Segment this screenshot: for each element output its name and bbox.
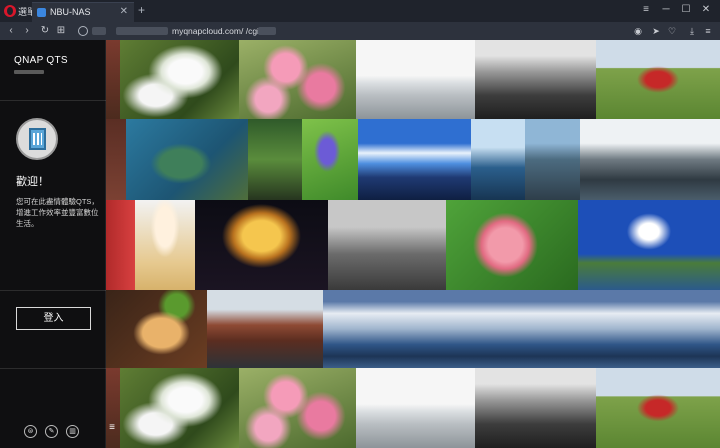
photo-tile-pink-blossoms	[239, 40, 356, 119]
close-window-icon[interactable]: ✕	[696, 2, 716, 18]
photo-tile-brick-warehouses	[207, 290, 323, 368]
photo-tile-pink-blossoms	[239, 368, 356, 448]
tab-title: NBU-NAS	[50, 7, 91, 17]
url-redacted-part	[92, 27, 106, 35]
nas-avatar	[16, 118, 58, 160]
tab-close-icon[interactable]: ✕	[120, 6, 128, 17]
opera-logo-icon[interactable]	[4, 5, 16, 17]
intro-text: 您可在此盡情體驗QTS，增進工作效率並豐富數位生活。	[16, 197, 99, 228]
login-panel: QNAP QTS 歡迎！ 您可在此盡情體驗QTS，增進工作效率並豐富數位生活。 …	[0, 40, 106, 448]
photo-tile-forest-stream	[248, 119, 302, 200]
maximize-icon[interactable]: ☐	[676, 2, 696, 18]
photo-tile-red-orchid-edge	[106, 368, 120, 448]
photo-tile-ice-cream	[135, 200, 195, 290]
photo-tile-pink-rose	[446, 200, 578, 290]
site-info-icon[interactable]	[78, 26, 88, 36]
menu-handle-icon[interactable]: ≡	[107, 422, 117, 434]
photo-tile-blue-sky-cliff	[578, 200, 720, 290]
photo-tile-red-room	[106, 200, 135, 290]
tab-favicon-icon	[37, 8, 46, 17]
tab-menu-icon[interactable]: ≡	[636, 2, 656, 18]
photo-tile-rainy-window	[328, 200, 446, 290]
tab-nbu-nas[interactable]: NBU-NAS ✕	[32, 2, 134, 22]
url-field[interactable]: myqnapcloud.com/ /cgi-bin/	[76, 24, 636, 38]
forward-icon[interactable]: ›	[20, 24, 34, 38]
url-redacted-part	[116, 27, 168, 35]
brand-title: QNAP QTS	[14, 55, 68, 66]
photo-wall	[0, 40, 720, 448]
easy-setup-icon[interactable]: ≡	[702, 25, 714, 37]
photo-tile-purple-flower	[302, 119, 358, 200]
address-bar: ‹ › ↻ ⊞ myqnapcloud.com/ /cgi-bin/ ◉ ➤ ♡…	[0, 22, 720, 40]
page-viewport: QNAP QTS 歡迎！ 您可在此盡情體驗QTS，增進工作效率並豐富數位生活。 …	[0, 40, 720, 448]
photo-tile-red-tractor	[596, 40, 720, 119]
panel-divider	[0, 290, 106, 291]
minimize-icon[interactable]: ─	[656, 2, 676, 18]
photo-tile-red-orchid-edge	[106, 40, 120, 119]
photo-tile-white-flowers	[120, 40, 239, 119]
photo-tile-rocky-coast	[475, 368, 596, 448]
snapshot-icon[interactable]: ◉	[632, 25, 644, 37]
url-redacted-part	[258, 27, 276, 35]
storage-icon[interactable]: ▥	[66, 425, 79, 438]
download-icon[interactable]: ⤓	[686, 25, 698, 37]
welcome-heading: 歡迎！	[16, 176, 49, 188]
speed-dial-icon[interactable]: ⊞	[54, 24, 68, 38]
bookmark-heart-icon[interactable]: ♡	[666, 25, 678, 37]
panel-divider	[0, 368, 106, 369]
reload-icon[interactable]: ↻	[38, 24, 52, 38]
login-button[interactable]: 登入	[16, 307, 91, 330]
photo-tile-misty-pier	[356, 368, 475, 448]
photo-tile-red-tractor	[596, 368, 720, 448]
qfinder-icon[interactable]: ✎	[45, 425, 58, 438]
panel-footer: ⊜ ✎ ▥	[24, 425, 79, 438]
photo-tile-white-flowers	[120, 368, 239, 448]
photo-tile-heart-islet	[126, 119, 248, 200]
browser-tab-strip: 選單 NBU-NAS ✕ + ≡ ─ ☐ ✕	[0, 0, 720, 22]
nas-device-icon	[29, 128, 46, 150]
photo-tile-coast-panorama	[323, 290, 720, 368]
back-icon[interactable]: ‹	[4, 24, 18, 38]
photo-tile-canal-warehouses	[580, 119, 720, 200]
send-icon[interactable]: ➤	[650, 25, 662, 37]
window-controls: ≡ ─ ☐ ✕	[636, 2, 716, 18]
photo-tile-rocky-coast	[475, 40, 596, 119]
mobile-app-icon[interactable]: ⊜	[24, 425, 37, 438]
photo-tile-stilt-houses	[358, 119, 471, 200]
photo-tile-harbor-boats	[471, 119, 525, 200]
photo-tile-tidal-rocks	[525, 119, 580, 200]
new-tab-button[interactable]: +	[138, 3, 145, 17]
photo-tile-carousel	[195, 200, 328, 290]
photo-tile-misty-pier	[356, 40, 475, 119]
brand-subtitle-redacted	[14, 70, 44, 74]
panel-divider	[0, 100, 106, 101]
photo-tile-seafood-dish	[106, 290, 207, 368]
